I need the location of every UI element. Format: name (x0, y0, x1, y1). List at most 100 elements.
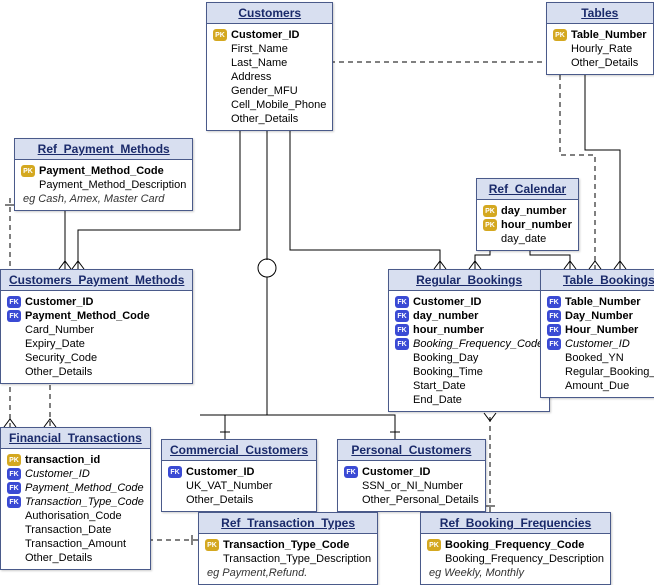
foreign-key-icon: FK (7, 496, 21, 508)
field: Other_Details (7, 551, 144, 565)
field: PK Table_Number (553, 28, 647, 42)
field-name: day_number (501, 205, 566, 217)
foreign-key-icon: FK (395, 324, 409, 336)
field: FK Table_Number (547, 295, 654, 309)
field-name: Other_Details (553, 57, 638, 69)
field: Start_Date (395, 379, 543, 393)
field: eg Weekly, Monthly (427, 566, 604, 580)
field: FKCustomer_ID (168, 465, 310, 479)
field: FKBooking_Frequency_Code (395, 337, 543, 351)
field: FKCustomer_ID (395, 295, 543, 309)
entity-title: Ref_Booking_Frequencies (421, 513, 610, 534)
field-name: Booking_Time (395, 366, 483, 378)
entity-body: PKday_numberPKhour_numberday_date (477, 200, 578, 250)
foreign-key-icon: FK (547, 296, 561, 308)
field-name: Payment_Method_Code (25, 310, 150, 322)
field: First_Name (213, 42, 326, 56)
field: Other_Details (213, 112, 326, 126)
field-name: Payment_Method_Code (25, 482, 144, 494)
field: PKday_number (483, 204, 572, 218)
field: FKPayment_Method_Code (7, 481, 144, 495)
field: FK day_number (395, 309, 543, 323)
field: eg Payment,Refund. (205, 566, 371, 580)
field: Transaction_Date (7, 523, 144, 537)
field-name: Security_Code (7, 352, 97, 364)
field: Booking_Day (395, 351, 543, 365)
field: Booking_Frequency_Description (427, 552, 604, 566)
field: Address (213, 70, 326, 84)
entity-body: PKTransaction_Type_CodeTransaction_Type_… (199, 534, 377, 584)
entity-body: FKCustomer_IDSSN_or_NI_NumberOther_Perso… (338, 461, 485, 511)
field-name: day_date (483, 233, 546, 245)
entity-financial_transactions: Financial_TransactionsPKtransaction_idFK… (0, 427, 151, 570)
foreign-key-icon: FK (7, 310, 21, 322)
field: FK Payment_Method_Code (7, 309, 186, 323)
foreign-key-icon: FK (547, 324, 561, 336)
field-name: UK_VAT_Number (168, 480, 272, 492)
entity-title: Ref_Transaction_Types (199, 513, 377, 534)
field: FKCustomer_ID (7, 467, 144, 481)
field-name: Last_Name (213, 57, 287, 69)
field-name: transaction_id (25, 454, 100, 466)
field: Expiry_Date (7, 337, 186, 351)
field-name: Authorisation_Code (7, 510, 122, 522)
field-name: Booking_Day (395, 352, 478, 364)
entity-regular_bookings: Regular_BookingsFKCustomer_IDFKday_numbe… (388, 269, 550, 412)
field-name: Booking_Frequency_Description (427, 553, 604, 565)
primary-key-icon: PK (427, 539, 441, 551)
field: Booking_Time (395, 365, 543, 379)
entity-title: Regular_Bookings (389, 270, 549, 291)
field: Transaction_Amount (7, 537, 144, 551)
foreign-key-icon: FK (547, 338, 561, 350)
field-name: Other_Details (7, 552, 92, 564)
field-name: Gender_MFU (213, 85, 298, 97)
field-name: Day_Number (565, 310, 633, 322)
field-name: Other_Details (213, 113, 298, 125)
entity-title: Customers_Payment_Methods (1, 270, 192, 291)
primary-key-icon: PK (21, 165, 35, 177)
field-name: Customer_ID (186, 466, 254, 478)
field-name: Booking_Frequency_Code (445, 539, 584, 551)
primary-key-icon: PK (7, 454, 21, 466)
field-name: day_number (413, 310, 478, 322)
field-name: Table_Number (565, 296, 641, 308)
entity-title: Ref_Calendar (477, 179, 578, 200)
foreign-key-icon: FK (395, 310, 409, 322)
field: Last_Name (213, 56, 326, 70)
field-name: Customer_ID (25, 296, 93, 308)
entity-body: FKCustomer_IDFKday_numberFKhour_numberFK… (389, 291, 549, 411)
field: eg Cash, Amex, Master Card (21, 192, 186, 206)
field: FKCustomer_ID (7, 295, 186, 309)
field-name: hour_number (501, 219, 572, 231)
primary-key-icon: PK (553, 29, 567, 41)
field: Security_Code (7, 351, 186, 365)
field: FKhour_number (395, 323, 543, 337)
field-name: SSN_or_NI_Number (344, 480, 463, 492)
field-name: Transaction_Type_Code (223, 539, 349, 551)
field-name: Payment_Method_Description (21, 179, 186, 191)
field-name: Customer_ID (362, 466, 430, 478)
entity-title: Financial_Transactions (1, 428, 150, 449)
foreign-key-icon: FK (395, 296, 409, 308)
entity-body: FKCustomer_IDUK_VAT_NumberOther_Details (162, 461, 316, 511)
entity-ref_payment_methods: Ref_Payment_MethodsPKPayment_Method_Code… (14, 138, 193, 211)
field: Other_Details (553, 56, 647, 70)
entity-body: PKtransaction_idFKCustomer_IDFKPayment_M… (1, 449, 150, 569)
field: PKPayment_Method_Code (21, 164, 186, 178)
field-name: Customer_ID (231, 29, 299, 41)
field-name: Table_Number (571, 29, 647, 41)
field-name: Cell_Mobile_Phone (213, 99, 326, 111)
field: Hourly_Rate (553, 42, 647, 56)
field-name: End_Date (395, 394, 462, 406)
field-name: Transaction_Type_Code (25, 496, 144, 508)
entity-body: FKCustomer_IDFKPayment_Method_CodeCard_N… (1, 291, 192, 383)
field: PK Booking_Frequency_Code (427, 538, 604, 552)
field: FKHour_Number (547, 323, 654, 337)
entity-title: Customers (207, 3, 332, 24)
entity-body: PKPayment_Method_CodePayment_Method_Desc… (15, 160, 192, 210)
field: Amount_Due (547, 379, 654, 393)
entity-personal_customers: Personal_CustomersFKCustomer_IDSSN_or_NI… (337, 439, 486, 512)
entity-customers: CustomersPKCustomer_IDFirst_NameLast_Nam… (206, 2, 333, 131)
field-name: Address (213, 71, 271, 83)
field: Other_Personal_Details (344, 493, 479, 507)
